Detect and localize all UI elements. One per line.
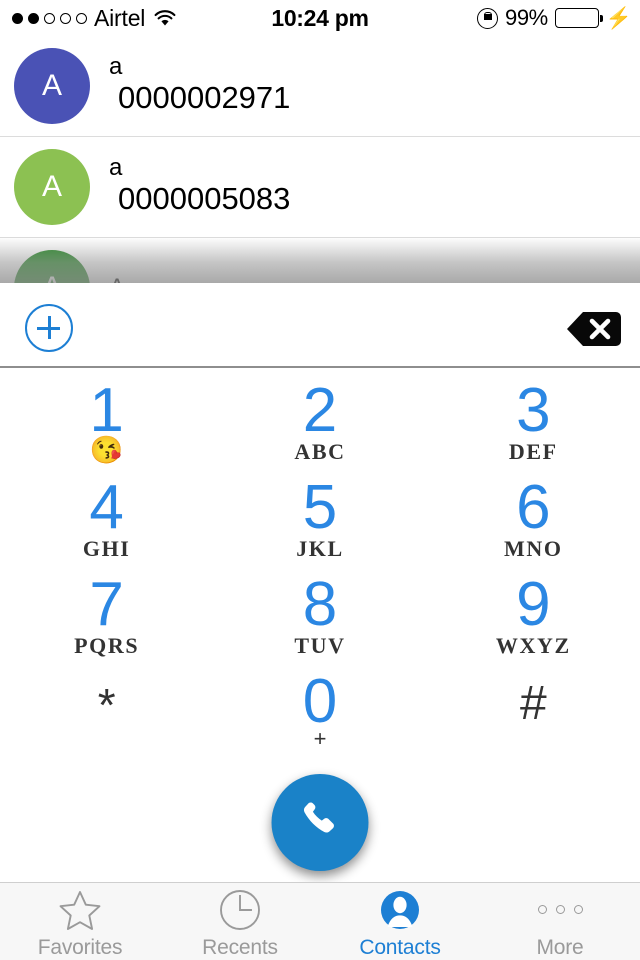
tab-more[interactable]: More [480,883,640,960]
avatar: A [14,48,90,124]
dialpad-row-1: 1 😘 2 ABC 3 DEF [0,376,640,473]
dialpad-key-letters: MNO [504,535,563,561]
dialpad-key-letters: GHI [82,535,131,561]
dialpad-key-2[interactable]: 2 ABC [213,376,426,473]
contact-list[interactable]: A a 0000002971 A a 0000005083 A A [0,36,640,283]
table-row[interactable]: A a 0000002971 [0,36,640,137]
lightning-bolt-icon: ⚡ [605,6,632,30]
call-button[interactable] [271,774,369,871]
ellipsis-dots [537,905,583,914]
dialpad-key-letters: TUV [294,632,346,658]
clock-icon [218,888,262,932]
contact-number: 0000005083 [118,181,291,217]
dialpad-key-plus: + [313,725,327,751]
contact-number: 0000002971 [118,80,291,116]
tab-label: Favorites [37,935,123,959]
number-input[interactable] [90,283,550,368]
dialpad-row-4: * 0 + # [0,667,640,764]
dialpad-key-letters: ABC [294,438,346,464]
table-row[interactable]: A a 0000005083 [0,137,640,238]
ellipsis-dot-1 [537,905,547,914]
dialpad-key-4[interactable]: 4 GHI [0,473,213,570]
tab-favorites[interactable]: Favorites [0,883,160,960]
dialpad-key-6[interactable]: 6 MNO [427,473,640,570]
contact-name: A [109,275,125,283]
dialpad-key-letters: DEF [508,438,558,464]
contact-text: a 0000005083 [109,155,290,219]
dialpad-key-digit: 1 [89,376,124,445]
dialpad-row-2: 4 GHI 5 JKL 6 MNO [0,473,640,570]
dialpad-key-5[interactable]: 5 JKL [213,473,426,570]
contact-name: a [109,53,123,81]
backspace-icon[interactable] [566,310,622,348]
dialpad-key-hash[interactable]: # [427,667,640,764]
call-button-area [0,768,640,873]
tab-label: Recents [202,935,278,959]
ellipsis-dot-2 [555,905,565,914]
dialpad-key-digit: 5 [302,473,338,542]
dialpad-key-star[interactable]: * [0,667,213,764]
tab-label: More [536,935,584,959]
dialpad-key-digit: 0 [302,667,338,736]
avatar: A [14,149,90,225]
plus-circle-icon[interactable] [25,304,73,352]
dialpad-row-3: 7 PQRS 8 TUV 9 WXYZ [0,570,640,667]
dialpad-key-digit: 2 [302,376,338,445]
kissing-face-emoji: 😘 [89,434,124,465]
dialer-panel: 1 😘 2 ABC 3 DEF 4 GHI 5 JKL 6 MNO 7 PQRS… [0,283,640,882]
dialpad-key-digit: 7 [89,570,124,639]
dialpad-key-letters: WXYZ [495,632,571,658]
avatar-initial: A [41,69,62,102]
dialpad-key-digit: 9 [516,570,551,639]
phone-handset-icon [294,794,346,851]
contact-text: a 0000002971 [109,54,290,118]
dialpad-key-0[interactable]: 0 + [213,667,426,764]
status-bar-right: 99% ⚡ [477,0,632,36]
dialpad: 1 😘 2 ABC 3 DEF 4 GHI 5 JKL 6 MNO 7 PQRS… [0,368,640,768]
battery-icon [554,8,603,28]
avatar: A [14,250,90,283]
avatar-initial: A [41,170,62,203]
dialer-input-row [0,283,640,368]
tab-label: Contacts [359,935,441,959]
contact-text: A [109,275,125,283]
dialpad-key-digit: 6 [516,473,551,542]
star-icon [58,888,102,932]
ellipsis-icon [537,888,583,932]
dialpad-key-letters: PQRS [74,632,140,658]
dialpad-key-letters: JKL [296,535,344,561]
tab-bar: Favorites Recents Contacts More [0,882,640,960]
person-circle-icon [378,888,422,932]
dialpad-key-digit: 8 [302,570,338,639]
dialpad-key-digit: * [97,679,116,731]
status-bar: Airtel 10:24 pm 99% ⚡ [0,0,640,36]
table-row[interactable]: A A [0,238,640,283]
dialpad-key-9[interactable]: 9 WXYZ [427,570,640,667]
contact-name: a [109,154,123,182]
tab-contacts[interactable]: Contacts [320,883,480,960]
ellipsis-dot-3 [573,905,583,914]
tab-recents[interactable]: Recents [160,883,320,960]
dialpad-key-3[interactable]: 3 DEF [427,376,640,473]
dialpad-key-digit: 4 [89,473,124,542]
dialpad-key-digit: # [519,677,547,730]
dialpad-key-1[interactable]: 1 😘 [0,376,213,473]
dialpad-key-7[interactable]: 7 PQRS [0,570,213,667]
dialpad-key-digit: 3 [516,376,551,445]
rotation-lock-icon [477,7,498,29]
dialpad-key-8[interactable]: 8 TUV [213,570,426,667]
battery-percentage: 99% [505,5,548,30]
avatar-initial: A [42,271,62,283]
